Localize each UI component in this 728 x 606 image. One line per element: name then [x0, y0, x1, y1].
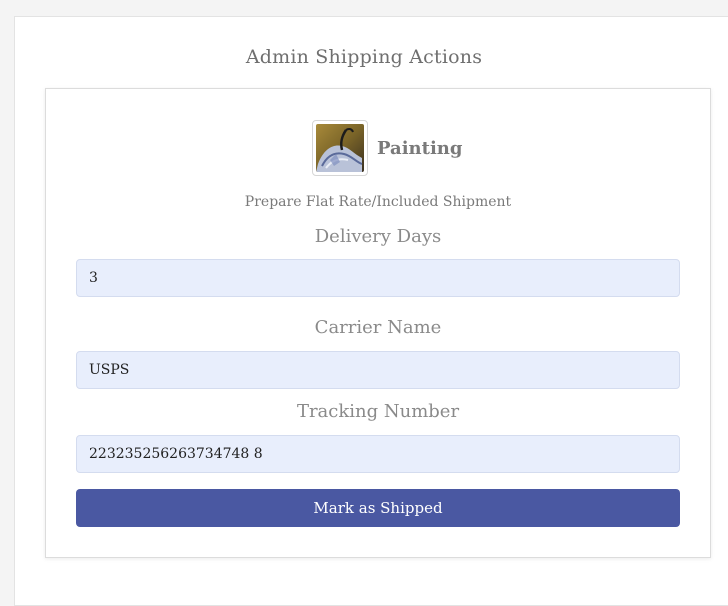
delivery-days-label: Delivery Days	[314, 226, 442, 247]
tracking-number-input[interactable]	[76, 435, 680, 473]
carrier-name-input[interactable]	[76, 351, 680, 389]
product-header: Painting	[312, 119, 462, 177]
delivery-days-input[interactable]	[76, 259, 680, 297]
product-thumbnail[interactable]	[312, 120, 368, 176]
mark-as-shipped-button[interactable]: Mark as Shipped	[76, 489, 680, 527]
panel-title: Admin Shipping Actions	[245, 46, 483, 68]
shipment-type-subtitle: Prepare Flat Rate/Included Shipment	[244, 194, 512, 210]
painting-thumbnail-icon	[316, 124, 364, 172]
tracking-number-label: Tracking Number	[296, 401, 460, 422]
carrier-name-label: Carrier Name	[314, 317, 442, 338]
product-name: Painting	[377, 137, 463, 159]
